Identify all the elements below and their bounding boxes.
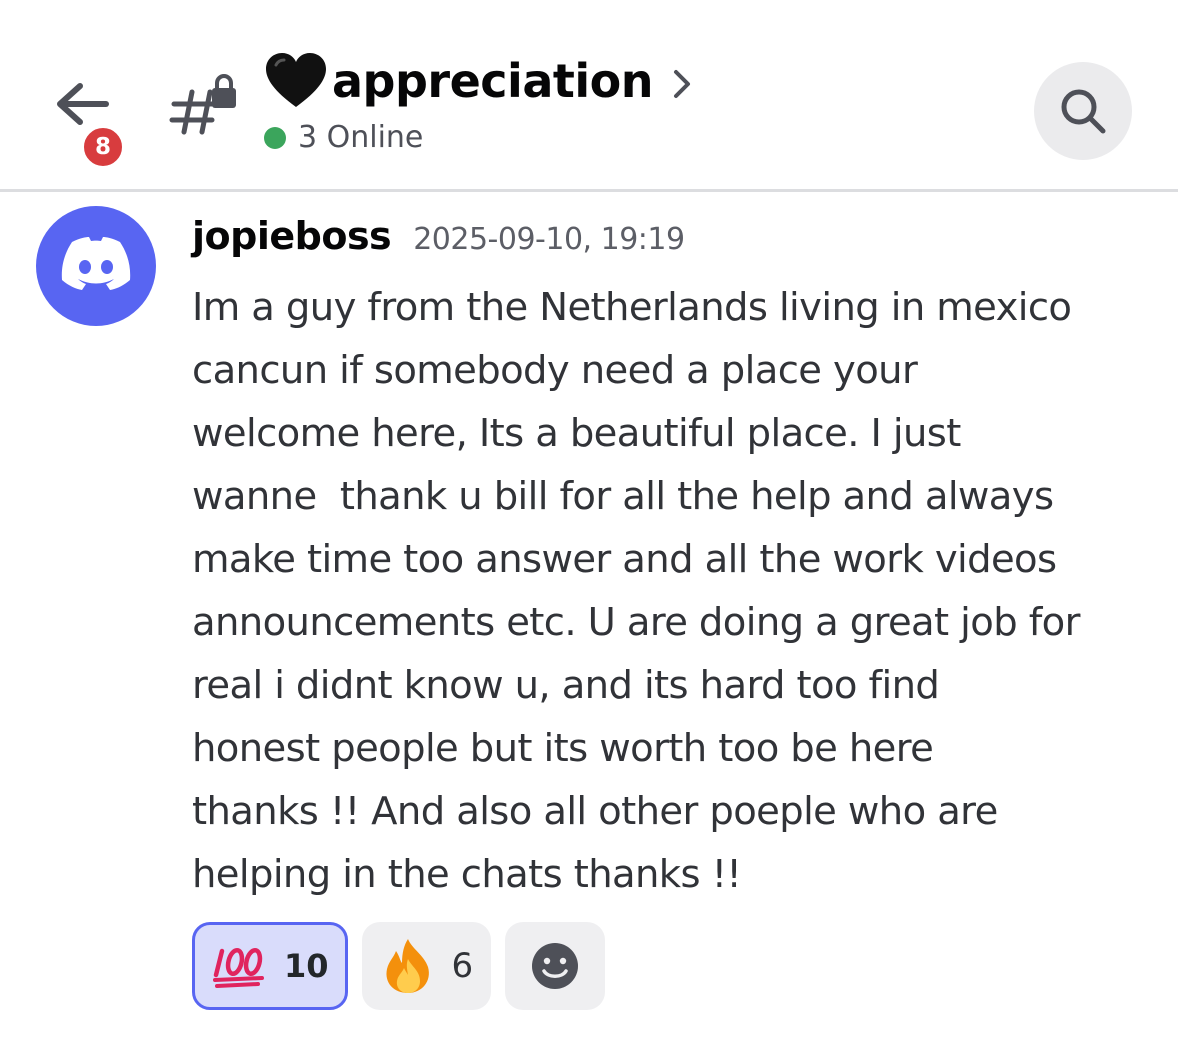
- message-header: jopieboss 2025-09-10, 19:19: [192, 214, 685, 258]
- message-line: announcements etc. U are doing a great j…: [192, 600, 1080, 645]
- message-line: Im a guy from the Netherlands living in …: [192, 285, 1072, 330]
- fire-icon: [382, 937, 434, 995]
- username[interactable]: jopieboss: [192, 214, 392, 258]
- chevron-right-icon: [673, 70, 690, 98]
- channel-title[interactable]: appreciation: [264, 46, 691, 116]
- online-status: 3 Online: [264, 120, 423, 155]
- message-line: cancun if somebody need a place your: [192, 348, 918, 393]
- search-button[interactable]: [1034, 62, 1132, 160]
- message-line: honest people but its worth too be here: [192, 726, 934, 771]
- reaction-count: 6: [451, 946, 474, 986]
- back-button[interactable]: 8: [46, 74, 126, 170]
- add-reaction-button[interactable]: [505, 922, 606, 1010]
- message-line: thanks !! And also all other poeple who …: [192, 789, 998, 834]
- hundred-points-icon: [212, 943, 266, 989]
- message-line: make time too answer and all the work vi…: [192, 537, 1057, 582]
- message-line: helping in the chats thanks !!: [192, 852, 742, 897]
- message-line: real i didnt know u, and its hard too fi…: [192, 663, 940, 708]
- timestamp: 2025-09-10, 19:19: [413, 222, 685, 257]
- reaction-fire[interactable]: 6: [361, 922, 492, 1010]
- channel-header: 8 appreciation 3 Online: [0, 0, 1178, 192]
- black-heart-icon: [266, 53, 326, 107]
- channel-name: appreciation: [332, 54, 653, 108]
- message-line: welcome here, Its a beautiful place. I j…: [192, 411, 961, 456]
- reaction-count: 10: [284, 947, 329, 985]
- unread-badge: 8: [80, 124, 126, 170]
- discord-logo-icon: [61, 237, 131, 290]
- arrow-left-icon: [57, 83, 109, 125]
- message-content: Im a guy from the Netherlands living in …: [192, 276, 1152, 906]
- avatar[interactable]: [36, 206, 156, 326]
- online-count: 3 Online: [298, 120, 424, 155]
- smiley-add-reaction-icon: [532, 943, 579, 989]
- reaction-hundred-points[interactable]: 10: [192, 922, 348, 1010]
- reactions-bar: 10 6: [192, 922, 606, 1010]
- message-line: wanne thank u bill for all the help and …: [192, 474, 1054, 519]
- locked-text-channel-icon: [169, 74, 236, 135]
- online-dot-icon: [264, 126, 286, 149]
- search-icon: [1061, 89, 1106, 134]
